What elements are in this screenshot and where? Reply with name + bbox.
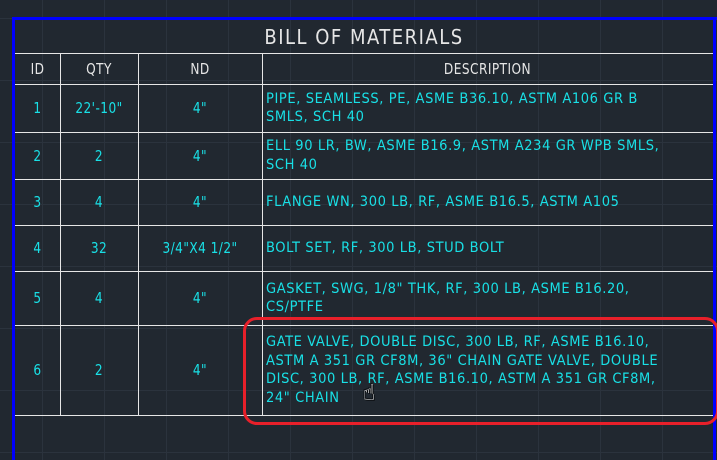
column-rule <box>138 53 139 415</box>
cell-description: PIPE, SEAMLESS, PE, ASME B36.10, ASTM A1… <box>266 90 638 126</box>
cell-nd: 4" <box>192 289 208 307</box>
cell-qty: 2 <box>94 361 104 379</box>
column-header-description: DESCRIPTION <box>443 59 532 78</box>
cell-qty: 4 <box>94 193 104 211</box>
cell-nd: 4" <box>192 193 208 211</box>
cell-id: 3 <box>33 193 42 211</box>
cell-qty: 2 <box>94 146 104 165</box>
highlight-box <box>243 317 717 425</box>
cell-description: BOLT SET, RF, 300 LB, STUD BOLT <box>266 239 505 256</box>
cell-qty: 22'-10" <box>75 99 123 117</box>
cell-description: ELL 90 LR, BW, ASME B16.9, ASTM A234 GR … <box>266 138 660 173</box>
hand-cursor-icon: ☝ <box>363 381 376 406</box>
column-header-nd: ND <box>190 59 210 78</box>
cell-id: 6 <box>33 361 42 379</box>
column-header-id: ID <box>30 59 45 78</box>
cell-nd: 4" <box>192 99 208 117</box>
column-header-qty: QTY <box>86 59 112 78</box>
cell-description: FLANGE WN, 300 LB, RF, ASME B16.5, ASTM … <box>266 193 620 210</box>
cell-id: 4 <box>33 239 42 257</box>
column-rule <box>60 53 61 415</box>
cell-id: 2 <box>33 146 42 165</box>
cell-nd: 4" <box>192 361 208 379</box>
table-title: BILL OF MATERIALS <box>264 24 464 49</box>
cell-id: 1 <box>33 99 42 117</box>
cell-nd: 4" <box>192 146 208 165</box>
cell-qty: 32 <box>90 239 108 257</box>
cell-id: 5 <box>33 289 42 307</box>
cell-nd: 3/4"X4 1/2" <box>162 239 238 257</box>
cell-qty: 4 <box>94 289 104 307</box>
